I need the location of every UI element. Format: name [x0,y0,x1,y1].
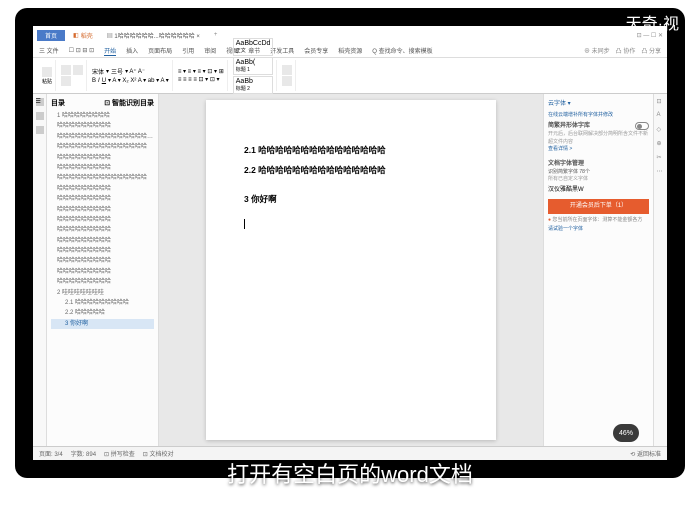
style-icon[interactable]: A [657,112,665,120]
doc-line: 3 你好啊 [244,189,458,209]
rpanel-header[interactable]: 云字体 ▾ [548,98,649,107]
nav-item[interactable]: 2.1 哈哈哈哈哈哈哈哈哈 [51,298,154,308]
replace-icon[interactable] [282,76,292,86]
rpanel-font-link[interactable]: 汉仪雅酷黑W [548,186,649,195]
menu-dev[interactable]: 开发工具 [270,46,294,55]
nav-item[interactable]: 哈哈哈哈哈哈哈哈哈 [51,205,154,215]
font-select[interactable]: 宋体 [92,67,104,76]
nav-item[interactable]: 2 哇哇哇哇哇哇哇 [51,288,154,298]
text-cursor [244,219,245,229]
document-page[interactable]: 2.1 哈哈哈哈哈哈哈哈哈哈哈哈哈哈哈 2.2 哈哈哈哈哈哈哈哈哈哈哈哈哈哈哈 … [206,100,496,440]
navigation-pane: 目录 ⊡ 智能识别目录 1 哈哈哈哈哈哈哈哈哈哈哈哈哈哈哈哈哈哈哈哈哈哈哈哈哈哈哈… [47,94,159,446]
right-panel: 云字体 ▾ 在线云端增补所有字体并修改 简繁异形体字库 开元后，后台联网解决部分… [543,94,653,446]
nav-item[interactable]: 哈哈哈哈哈哈哈哈哈 [51,121,154,131]
rpanel-link[interactable]: 在线云端增补所有字体并修改 [548,111,649,118]
rpanel-line2: 所有已自定义字体 [548,176,649,184]
sync-status[interactable]: ⊕ 未同步 [584,46,610,55]
rpanel-hint2[interactable]: 请试验一个字体 [548,226,649,233]
nav-item[interactable]: 哈哈哈哈哈哈哈哈哈哈哈哈哈哈哈 [51,173,154,183]
menu-file[interactable]: 三 文件 [39,46,59,55]
nav-title: 目录 [51,98,65,108]
nav-item[interactable]: 哈哈哈哈哈哈哈哈哈 [51,277,154,287]
rpanel-sec2-title: 文档字体管理 [548,161,584,167]
nav-item[interactable]: 哈哈哈哈哈哈哈哈哈 [51,225,154,235]
video-subtitle: 打开有空白页的word文档 [0,457,700,489]
quick-access[interactable]: ☐ ⊡ ⊟ ⊡ [69,47,94,54]
menu-layout[interactable]: 页面布局 [148,46,172,55]
nav-item[interactable]: 哈哈哈哈哈哈哈哈哈 [51,163,154,173]
menu-search[interactable]: Q 查找命令、搜索模板 [372,46,432,55]
rpanel-sec1-title: 简繁异形体字库 [548,123,590,129]
left-tool-strip: ☰ [33,94,47,446]
nav-item[interactable]: 3 你好啊 [51,319,154,329]
nav-item[interactable]: 2.2 哈哈哈哈哈 [51,308,154,318]
menu-bar: 三 文件 ☐ ⊡ ⊟ ⊡ 开始 插入 页面布局 引用 审阅 视图 章节 开发工具… [33,44,667,58]
style-gallery[interactable]: AaBbCcDd正文 AaBb(标题 1 AaBb标题 2 AaBbCcD标题 … [230,60,278,91]
more-icon[interactable]: ⋯ [657,168,665,176]
nav-item[interactable]: 哈哈哈哈哈哈哈哈哈 [51,184,154,194]
menu-member[interactable]: 会员专享 [304,46,328,55]
copy-icon[interactable] [73,65,83,75]
nav-option[interactable]: ⊡ 智能识别目录 [104,98,154,108]
document-area[interactable]: 2.1 哈哈哈哈哈哈哈哈哈哈哈哈哈哈哈 2.2 哈哈哈哈哈哈哈哈哈哈哈哈哈哈哈 … [159,94,543,446]
rpanel-hint: 您当前所在页面字体：测算不能金额各方 [552,217,642,223]
nav-item[interactable]: 哈哈哈哈哈哈哈哈哈 [51,153,154,163]
zoom-indicator[interactable]: 46% [613,424,639,442]
toggle-switch[interactable] [635,122,649,130]
tab-home[interactable]: 首页 [37,30,65,41]
tab-document[interactable]: ▤ 1哈哈哈哈哈哈...哈哈哈哈哈哈 × [101,30,206,41]
menu-review[interactable]: 审阅 [204,46,216,55]
properties-icon[interactable]: ⊡ [657,98,665,106]
bottom-watermark: Q 天奇生活 [614,494,684,513]
link-icon[interactable]: ⊕ [657,140,665,148]
nav-item[interactable]: 哈哈哈哈哈哈哈哈哈 [51,194,154,204]
rpanel-sec1-more[interactable]: 查看详情 > [548,146,649,154]
tab-docer[interactable]: ◧ 稻壳 [69,30,97,41]
share-button[interactable]: 凸 分享 [641,46,661,55]
upgrade-button[interactable]: 开通会员后下单（1） [548,199,649,214]
paste-icon[interactable] [42,67,52,77]
title-bar: 首页 ◧ 稻壳 ▤ 1哈哈哈哈哈哈...哈哈哈哈哈哈 × + ⊡ — ☐ ✕ [33,26,667,44]
find-icon[interactable] [282,65,292,75]
doc-line: 2.2 哈哈哈哈哈哈哈哈哈哈哈哈哈哈哈 [244,160,458,180]
format-painter-icon[interactable] [61,76,71,86]
ribbon-toolbar: 粘贴 宋体 ▾ 三号 ▾ A⁺ A⁻ B I U ▾ A ▾ X₂ X² A ▾… [33,58,667,94]
rpanel-sec1-body: 开元后，后台联网解决部分简明所含文件不新超文件内容 [548,131,649,146]
watermark-icon: Q [614,497,628,511]
new-tab-button[interactable]: + [210,32,222,38]
outline-icon[interactable]: ☰ [36,98,44,106]
nav-item[interactable]: 1 哈哈哈哈哈哈哈哈 [51,111,154,121]
nav-item[interactable]: 哈哈哈哈哈哈哈哈哈 [51,267,154,277]
size-select[interactable]: 三号 [111,67,123,76]
cut-icon[interactable] [61,65,71,75]
nav-item[interactable]: 哈哈哈哈哈哈哈哈哈 [51,215,154,225]
menu-insert[interactable]: 插入 [126,46,138,55]
clip-icon[interactable]: ✂ [657,154,665,162]
collab-button[interactable]: 凸 协作 [616,46,636,55]
rpanel-line1: 识别简繁字体 78个 [548,169,649,177]
nav-item[interactable]: 哈哈哈哈哈哈哈哈哈 [51,256,154,266]
doc-line: 2.1 哈哈哈哈哈哈哈哈哈哈哈哈哈哈哈 [244,140,458,160]
nav-item[interactable]: 哈哈哈哈哈哈哈哈哈哈哈哈哈哈哈 [51,142,154,152]
nav-item[interactable]: 哈哈哈哈哈哈哈哈哈 [51,246,154,256]
right-tool-strip: ⊡ A ◇ ⊕ ✂ ⋯ [653,94,667,446]
bookmark-icon[interactable] [36,112,44,120]
nav-item[interactable]: 哈哈哈哈哈哈哈哈哈 [51,236,154,246]
menu-start[interactable]: 开始 [104,46,116,56]
menu-res[interactable]: 稻壳资源 [338,46,362,55]
comment-icon[interactable] [36,126,44,134]
shape-icon[interactable]: ◇ [657,126,665,134]
top-watermark: 天奇·视 [626,10,679,34]
menu-ref[interactable]: 引用 [182,46,194,55]
nav-item[interactable]: 哈哈哈哈哈哈哈哈哈哈哈哈哈哈哈哈哈 [51,132,154,142]
